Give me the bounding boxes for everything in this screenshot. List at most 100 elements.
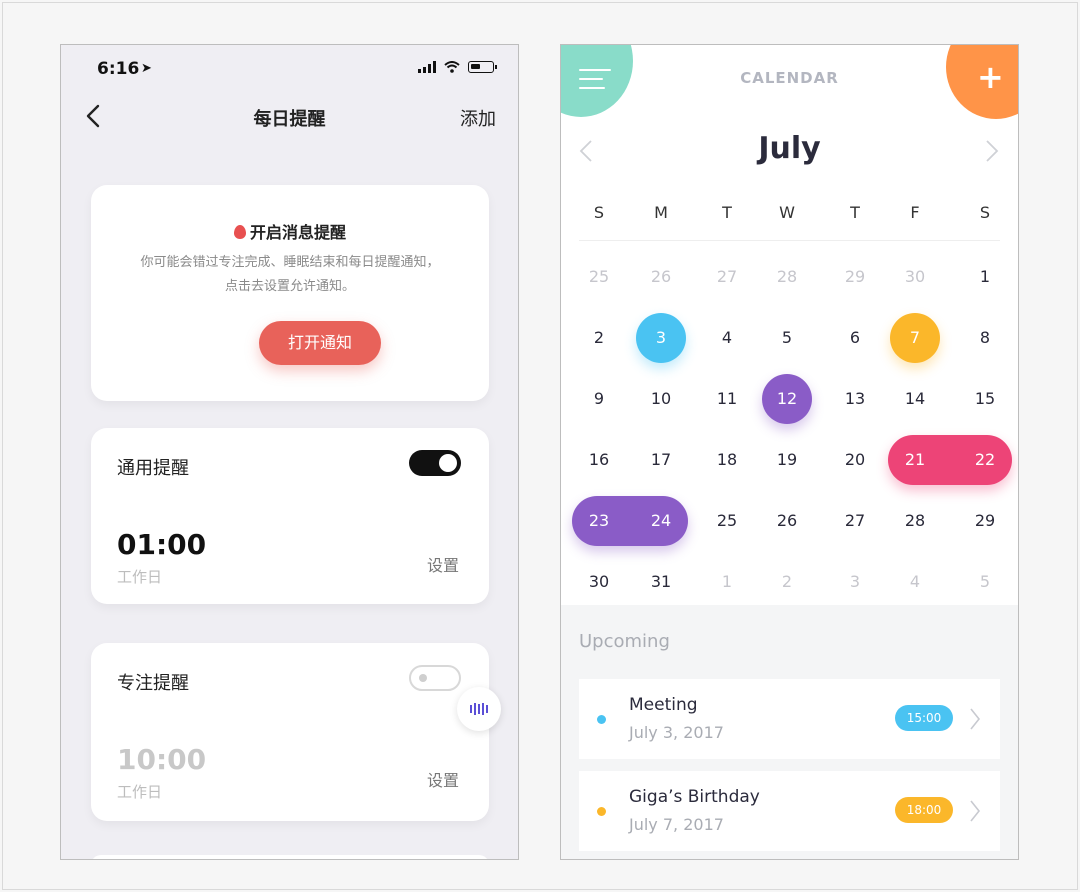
next-month-chevron-icon[interactable] bbox=[985, 139, 999, 163]
calendar-day[interactable]: 21 bbox=[895, 450, 935, 470]
weekday-label: M bbox=[654, 203, 668, 222]
weekday-label: S bbox=[593, 203, 605, 222]
balloon-icon bbox=[233, 225, 246, 239]
event-time-badge: 18:00 bbox=[895, 797, 953, 823]
calendar-day[interactable]: 30 bbox=[895, 267, 935, 287]
event-title: Giga’s Birthday bbox=[629, 787, 760, 807]
general-reminder-card: 通用提醒 01:00 工作日 设置 bbox=[91, 428, 489, 604]
notify-title: 开启消息提醒 bbox=[91, 219, 489, 243]
calendar-day[interactable]: 5 bbox=[965, 572, 1005, 592]
weekday-label: T bbox=[850, 203, 860, 222]
notify-description: 你可能会错过专注完成、睡眠结束和每日提醒通知， 点击去设置允许通知。 bbox=[91, 251, 489, 299]
calendar-day[interactable]: 26 bbox=[767, 511, 807, 531]
event-date: July 3, 2017 bbox=[629, 723, 724, 742]
upcoming-title: Upcoming bbox=[579, 631, 670, 652]
event-dot bbox=[597, 807, 606, 816]
calendar-day[interactable]: 12 bbox=[767, 389, 807, 409]
weekday-label: F bbox=[910, 203, 920, 222]
status-bar: 6:16 ➤ bbox=[61, 45, 518, 93]
focus-reminder-toggle[interactable] bbox=[409, 665, 461, 691]
notify-desc-line-1: 你可能会错过专注完成、睡眠结束和每日提醒通知， bbox=[140, 255, 440, 270]
month-title: July bbox=[758, 131, 821, 166]
event-date: July 7, 2017 bbox=[629, 815, 724, 834]
chevron-right-icon bbox=[970, 800, 981, 822]
event-dot bbox=[597, 715, 606, 724]
status-icons bbox=[418, 61, 497, 73]
calendar-day[interactable]: 19 bbox=[767, 450, 807, 470]
notify-desc-line-2: 点击去设置允许通知。 bbox=[224, 279, 355, 294]
calendar-day[interactable]: 3 bbox=[641, 328, 681, 348]
calendar-day[interactable]: 5 bbox=[767, 328, 807, 348]
battery-icon bbox=[468, 61, 497, 73]
open-notification-button[interactable]: 打开通知 bbox=[259, 321, 381, 365]
calendar-day[interactable]: 11 bbox=[707, 389, 747, 409]
calendar-day[interactable]: 29 bbox=[835, 267, 875, 287]
focus-reminder-card: 专注提醒 10:00 工作日 设置 bbox=[91, 643, 489, 821]
calendar-day[interactable]: 9 bbox=[579, 389, 619, 409]
calendar-day[interactable]: 29 bbox=[965, 511, 1005, 531]
next-card-peek bbox=[91, 855, 489, 859]
notification-prompt-card: 开启消息提醒 你可能会错过专注完成、睡眠结束和每日提醒通知， 点击去设置允许通知… bbox=[91, 185, 489, 401]
calendar-day[interactable]: 16 bbox=[579, 450, 619, 470]
weekday-divider bbox=[579, 240, 1000, 241]
calendar-day[interactable]: 7 bbox=[895, 328, 935, 348]
calendar-day[interactable]: 31 bbox=[641, 572, 681, 592]
general-reminder-label: 通用提醒 bbox=[117, 458, 189, 479]
calendar-day[interactable]: 6 bbox=[835, 328, 875, 348]
general-reminder-settings-link[interactable]: 设置 bbox=[427, 552, 459, 576]
wifi-icon bbox=[444, 61, 460, 73]
notify-title-text: 开启消息提醒 bbox=[249, 223, 346, 242]
focus-reminder-settings-link[interactable]: 设置 bbox=[427, 767, 459, 791]
calendar-day[interactable]: 14 bbox=[895, 389, 935, 409]
add-button[interactable]: 添加 bbox=[460, 105, 496, 131]
focus-reminder-days: 工作日 bbox=[117, 783, 163, 801]
weekday-label: T bbox=[722, 203, 732, 222]
calendar-day[interactable]: 28 bbox=[895, 511, 935, 531]
calendar-day[interactable]: 22 bbox=[965, 450, 1005, 470]
calendar-day[interactable]: 15 bbox=[965, 389, 1005, 409]
calendar-day[interactable]: 20 bbox=[835, 450, 875, 470]
focus-reminder-time: 10:00 bbox=[117, 743, 207, 776]
calendar-day[interactable]: 2 bbox=[767, 572, 807, 592]
status-time: 6:16 bbox=[97, 59, 140, 79]
calendar-day[interactable]: 3 bbox=[835, 572, 875, 592]
calendar-day[interactable]: 17 bbox=[641, 450, 681, 470]
event-time-badge: 15:00 bbox=[895, 705, 953, 731]
chevron-right-icon bbox=[970, 708, 981, 730]
floating-voice-icon[interactable] bbox=[457, 687, 501, 731]
calendar-day[interactable]: 4 bbox=[895, 572, 935, 592]
calendar-day[interactable]: 4 bbox=[707, 328, 747, 348]
general-reminder-toggle[interactable] bbox=[409, 450, 461, 476]
general-reminder-time: 01:00 bbox=[117, 528, 207, 561]
calendar-day[interactable]: 25 bbox=[579, 267, 619, 287]
reminder-screen: 6:16 ➤ 每日提醒 添加 开启消息提醒 你可能会错过专注完成、睡眠结束和每日… bbox=[60, 44, 519, 860]
event-card-birthday[interactable]: Giga’s Birthday July 7, 2017 18:00 bbox=[579, 771, 1000, 851]
general-reminder-days: 工作日 bbox=[117, 568, 163, 586]
calendar-day[interactable]: 27 bbox=[835, 511, 875, 531]
calendar-day[interactable]: 27 bbox=[707, 267, 747, 287]
calendar-day[interactable]: 10 bbox=[641, 389, 681, 409]
calendar-day[interactable]: 23 bbox=[579, 511, 619, 531]
location-icon: ➤ bbox=[141, 61, 152, 76]
calendar-day[interactable]: 2 bbox=[579, 328, 619, 348]
weekday-label: S bbox=[979, 203, 991, 222]
calendar-header: CALENDAR bbox=[740, 69, 839, 87]
calendar-day[interactable]: 1 bbox=[707, 572, 747, 592]
focus-reminder-label: 专注提醒 bbox=[117, 673, 189, 694]
page-title: 每日提醒 bbox=[253, 109, 326, 130]
calendar-day[interactable]: 25 bbox=[707, 511, 747, 531]
calendar-day[interactable]: 26 bbox=[641, 267, 681, 287]
calendar-day[interactable]: 13 bbox=[835, 389, 875, 409]
signal-icon bbox=[418, 61, 436, 73]
calendar-day[interactable]: 30 bbox=[579, 572, 619, 592]
event-title: Meeting bbox=[629, 695, 698, 715]
calendar-screen: + CALENDAR July SMTWTFS 25 26 27 28 29 30 1 2 3 4… bbox=[560, 44, 1019, 860]
event-card-meeting[interactable]: Meeting July 3, 2017 15:00 bbox=[579, 679, 1000, 759]
calendar-day[interactable]: 28 bbox=[767, 267, 807, 287]
calendar-day[interactable]: 8 bbox=[965, 328, 1005, 348]
calendar-day[interactable]: 24 bbox=[641, 511, 681, 531]
calendar-day[interactable]: 18 bbox=[707, 450, 747, 470]
calendar-day[interactable]: 1 bbox=[965, 267, 1005, 287]
weekday-label: W bbox=[779, 203, 795, 222]
upcoming-section: Upcoming Meeting July 3, 2017 15:00 Giga… bbox=[561, 605, 1018, 859]
